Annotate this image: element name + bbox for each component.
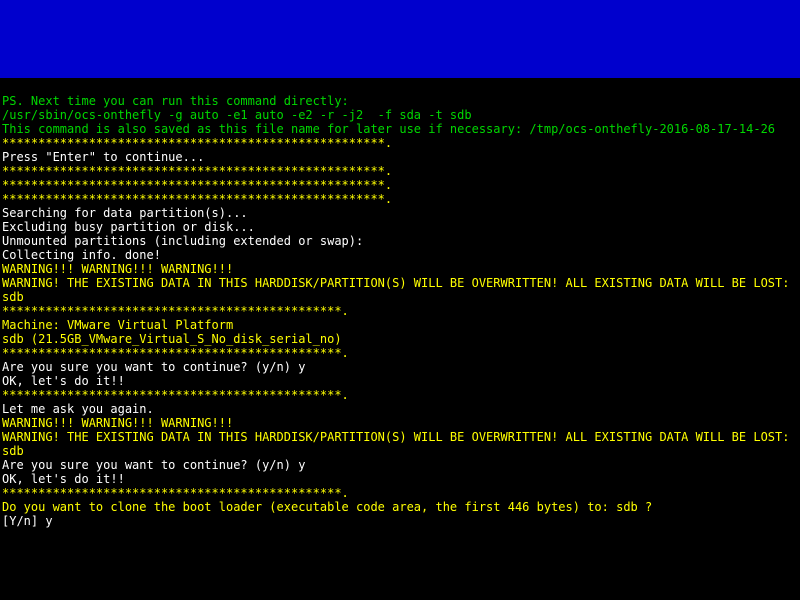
- text-stars: ****************************************…: [2, 178, 392, 192]
- text-stars: ****************************************…: [2, 136, 392, 150]
- text-warning-overwrite: WARNING! THE EXISTING DATA IN THIS HARDD…: [2, 430, 797, 458]
- text-stars: ****************************************…: [2, 486, 349, 500]
- text-unmounted: Unmounted partitions (including extended…: [2, 234, 363, 248]
- text-stars: ****************************************…: [2, 388, 349, 402]
- text-collecting: Collecting info. done!: [2, 248, 161, 262]
- text-ps-next-time: PS. Next time you can run this command d…: [2, 94, 349, 108]
- text-warning-triple: WARNING!!! WARNING!!! WARNING!!!: [2, 416, 233, 430]
- text-ask-again: Let me ask you again.: [2, 402, 154, 416]
- text-stars: ****************************************…: [2, 346, 349, 360]
- text-stars: ****************************************…: [2, 164, 392, 178]
- text-saved-as: This command is also saved as this file …: [2, 122, 775, 136]
- text-sdb-info: sdb (21.5GB_VMware_Virtual_S_No_disk_ser…: [2, 332, 342, 346]
- terminal-output[interactable]: PS. Next time you can run this command d…: [0, 78, 800, 530]
- text-stars: ****************************************…: [2, 304, 349, 318]
- text-machine: Machine: VMware Virtual Platform: [2, 318, 233, 332]
- text-ok: OK, let's do it!!: [2, 472, 125, 486]
- text-stars: ****************************************…: [2, 192, 392, 206]
- text-searching: Searching for data partition(s)...: [2, 206, 248, 220]
- text-command: /usr/sbin/ocs-onthefly -g auto -e1 auto …: [2, 108, 472, 122]
- top-banner: [0, 0, 800, 78]
- text-clone-boot-question: Do you want to clone the boot loader (ex…: [2, 500, 652, 514]
- text-warning-overwrite: WARNING! THE EXISTING DATA IN THIS HARDD…: [2, 276, 797, 304]
- text-excluding: Excluding busy partition or disk...: [2, 220, 255, 234]
- text-are-you-sure: Are you sure you want to continue? (y/n)…: [2, 458, 305, 472]
- prompt-input[interactable]: [Y/n] y: [2, 514, 53, 528]
- text-ok: OK, let's do it!!: [2, 374, 125, 388]
- text-are-you-sure: Are you sure you want to continue? (y/n)…: [2, 360, 305, 374]
- text-press-enter: Press "Enter" to continue...: [2, 150, 204, 164]
- text-warning-triple: WARNING!!! WARNING!!! WARNING!!!: [2, 262, 233, 276]
